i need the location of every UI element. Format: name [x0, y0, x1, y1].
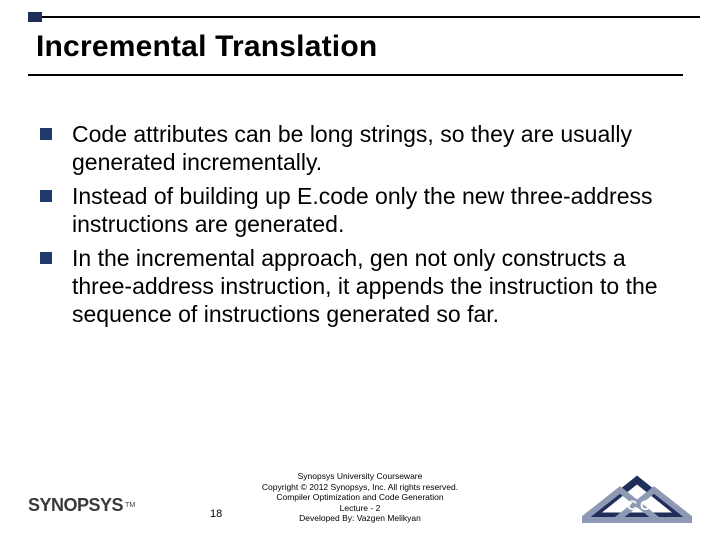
slide-title: Incremental Translation	[28, 12, 680, 74]
bullet-text: Instead of building up E.code only the n…	[72, 182, 680, 238]
bullet-text: In the incremental approach, gen not onl…	[72, 244, 680, 328]
list-item: Instead of building up E.code only the n…	[40, 182, 680, 238]
sac-logo-icon: C C	[582, 468, 692, 524]
svg-text:C: C	[640, 497, 650, 513]
list-item: Code attributes can be long strings, so …	[40, 120, 680, 176]
title-accent-box	[28, 12, 42, 22]
bullet-square-icon	[40, 252, 52, 264]
bullet-text: Code attributes can be long strings, so …	[72, 120, 680, 176]
slide-body: Code attributes can be long strings, so …	[40, 120, 680, 334]
list-item: In the incremental approach, gen not onl…	[40, 244, 680, 328]
title-block: Incremental Translation	[28, 12, 680, 76]
footer: SYNOPSYS TM 18 Synopsys University Cours…	[0, 454, 720, 534]
svg-text:C: C	[627, 497, 637, 513]
title-rule-bottom	[28, 74, 683, 76]
title-rule-top	[42, 16, 700, 18]
slide: Incremental Translation Code attributes …	[0, 0, 720, 540]
bullet-square-icon	[40, 128, 52, 140]
bullet-square-icon	[40, 190, 52, 202]
